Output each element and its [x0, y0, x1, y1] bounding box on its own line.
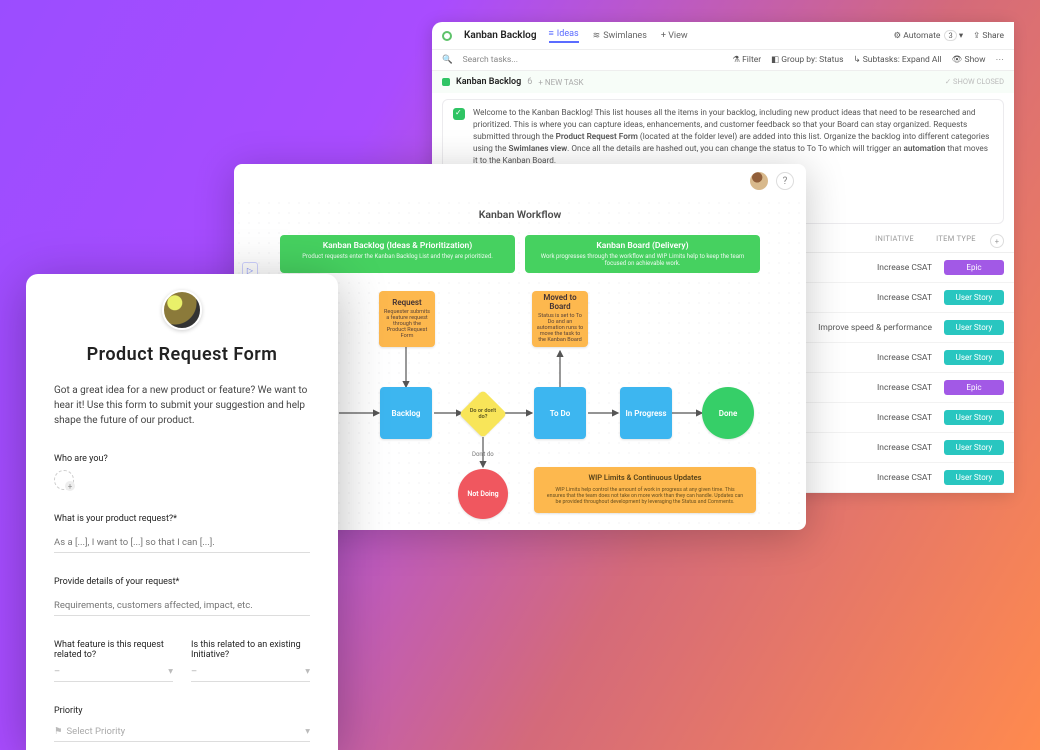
- form-avatar: [162, 290, 202, 330]
- user-avatar[interactable]: [750, 172, 768, 190]
- cell-type: User Story: [944, 350, 1004, 365]
- node-in-progress[interactable]: In Progress: [620, 387, 672, 439]
- cell-type: User Story: [944, 410, 1004, 425]
- automate-button[interactable]: ⚙ Automate 3 ▾: [894, 31, 964, 41]
- priority-select[interactable]: ⚑Select Priority ▾: [54, 722, 310, 742]
- list-header: Kanban Backlog 6 + NEW TASK ✓ SHOW CLOSE…: [432, 71, 1014, 93]
- node-not-doing[interactable]: Not Doing: [458, 469, 508, 519]
- col-item-type[interactable]: ITEM TYPE: [926, 234, 986, 248]
- node-done[interactable]: Done: [702, 387, 754, 439]
- tab-ideas[interactable]: ≡ Ideas: [549, 28, 579, 43]
- lane-backlog[interactable]: Kanban Backlog (Ideas & Prioritization) …: [280, 235, 515, 273]
- add-column-button[interactable]: +: [990, 234, 1004, 248]
- share-button[interactable]: ⇪ Share: [973, 31, 1004, 41]
- status-square-icon: [442, 78, 450, 86]
- list-icon: ≡: [549, 28, 554, 39]
- subtasks-button[interactable]: ↳ Subtasks: Expand All: [854, 55, 942, 65]
- arrow-label-dont: Don't do: [472, 451, 494, 458]
- robot-icon: ⚙: [894, 31, 902, 41]
- help-icon[interactable]: ?: [776, 172, 794, 190]
- new-task-button[interactable]: + NEW TASK: [538, 78, 583, 87]
- who-label: Who are you?: [54, 454, 310, 464]
- share-icon: ⇪: [973, 31, 980, 41]
- filter-bar: 🔍 Search tasks... ⚗ Filter ◧ Group by: S…: [432, 50, 1014, 71]
- tab-add-view[interactable]: + View: [661, 28, 688, 43]
- list-status-icon: [442, 31, 452, 41]
- feature-select[interactable]: –▾: [54, 662, 173, 682]
- show-closed-toggle[interactable]: ✓ SHOW CLOSED: [945, 78, 1004, 86]
- form-title: Product Request Form: [54, 344, 310, 365]
- details-input[interactable]: [54, 596, 310, 616]
- chevron-down-icon: ▾: [305, 726, 310, 737]
- cell-type: User Story: [944, 470, 1004, 485]
- node-request[interactable]: Request Requester submits a feature requ…: [379, 291, 435, 347]
- cell-type: User Story: [944, 320, 1004, 335]
- workflow-title: Kanban Workflow: [234, 208, 806, 221]
- node-moved-to-board[interactable]: Moved to Board Status is set to To Do an…: [532, 291, 588, 347]
- flag-icon: ⚑: [54, 726, 63, 737]
- view-tabs: ≡ Ideas ≋ Swimlanes + View: [549, 28, 688, 43]
- initiative-select[interactable]: –▾: [191, 662, 310, 682]
- more-icon[interactable]: ⋯: [996, 55, 1005, 65]
- toolbar-right: ⚙ Automate 3 ▾ ⇪ Share: [894, 31, 1004, 41]
- filter-button[interactable]: ⚗ Filter: [732, 55, 761, 65]
- assign-person-icon[interactable]: [54, 470, 74, 490]
- cell-type: Epic: [944, 260, 1004, 275]
- cell-type: User Story: [944, 440, 1004, 455]
- node-todo[interactable]: To Do: [534, 387, 586, 439]
- check-icon: [453, 108, 465, 120]
- request-input[interactable]: [54, 533, 310, 553]
- request-label: What is your product request?*: [54, 514, 310, 524]
- chevron-down-icon: ▾: [959, 31, 963, 41]
- swimlanes-icon: ≋: [593, 31, 601, 41]
- product-request-form: Product Request Form Got a great idea fo…: [26, 274, 338, 750]
- cell-type: User Story: [944, 290, 1004, 305]
- show-button[interactable]: 👁 Show: [952, 55, 986, 65]
- chevron-down-icon: ▾: [168, 666, 173, 677]
- node-backlog[interactable]: Backlog: [380, 387, 432, 439]
- details-label: Provide details of your request*: [54, 577, 310, 587]
- search-icon: 🔍: [442, 55, 453, 65]
- cell-type: Epic: [944, 380, 1004, 395]
- node-decision[interactable]: Do or don't do?: [459, 390, 507, 438]
- list-title: Kanban Backlog: [464, 30, 537, 41]
- initiative-label: Is this related to an existing Initiativ…: [191, 640, 310, 662]
- view-toolbar: Kanban Backlog ≡ Ideas ≋ Swimlanes + Vie…: [432, 22, 1014, 50]
- list-name[interactable]: Kanban Backlog: [456, 77, 521, 87]
- task-count: 6: [527, 77, 532, 87]
- feature-label: What feature is this request related to?: [54, 640, 173, 662]
- search-input[interactable]: Search tasks...: [463, 55, 518, 65]
- lane-board[interactable]: Kanban Board (Delivery) Work progresses …: [525, 235, 760, 273]
- priority-label: Priority: [54, 706, 310, 716]
- chevron-down-icon: ▾: [305, 666, 310, 677]
- tab-swimlanes[interactable]: ≋ Swimlanes: [593, 28, 647, 43]
- form-description: Got a great idea for a new product or fe…: [54, 383, 310, 428]
- node-wip-limits[interactable]: WIP Limits & Continuous Updates WIP Limi…: [534, 467, 756, 513]
- groupby-button[interactable]: ◧ Group by: Status: [771, 55, 843, 65]
